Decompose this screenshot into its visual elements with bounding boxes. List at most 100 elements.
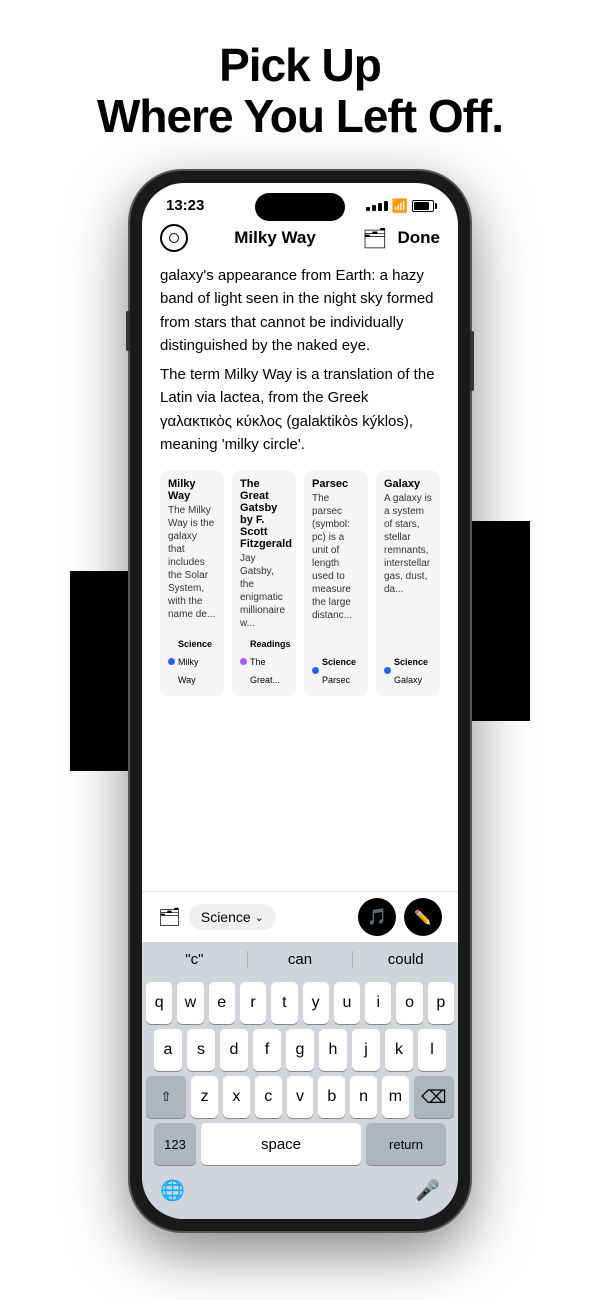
status-time: 13:23 — [166, 197, 204, 214]
mic-icon[interactable]: 🎤 — [411, 1174, 444, 1207]
space-key[interactable]: space — [201, 1123, 361, 1165]
key-h[interactable]: h — [319, 1029, 347, 1071]
card-body-2: The parsec (symbol: pc) is a unit of len… — [312, 492, 360, 622]
edit-button[interactable]: ✏️ — [404, 898, 442, 936]
card-title-0: Milky Way — [168, 478, 216, 502]
dynamic-island — [255, 193, 345, 221]
card-0[interactable]: Milky Way The Milky Way is the galaxy th… — [160, 470, 224, 696]
key-o[interactable]: o — [396, 982, 422, 1024]
key-s[interactable]: s — [187, 1029, 215, 1071]
key-i[interactable]: i — [365, 982, 391, 1024]
key-k[interactable]: k — [385, 1029, 413, 1071]
card-body-1: Jay Gatsby, the enigmatic millionaire w.… — [240, 552, 288, 630]
key-g[interactable]: g — [286, 1029, 314, 1071]
keyboard-row2: asdfghjkl — [146, 1029, 454, 1071]
num-key[interactable]: 123 — [154, 1123, 196, 1165]
card-tag-1: Readings The Great... — [240, 634, 288, 688]
card-title-3: Galaxy — [384, 478, 432, 490]
tag-label-1: Readings — [250, 639, 291, 649]
key-y[interactable]: y — [303, 982, 329, 1024]
card-1[interactable]: The Great Gatsby by F. Scott Fitzgerald … — [232, 470, 296, 696]
key-w[interactable]: w — [177, 982, 203, 1024]
key-n[interactable]: n — [350, 1076, 377, 1118]
delete-key[interactable]: ⌫ — [414, 1076, 454, 1118]
toolbar-left: 🗂 Science ⌄ — [158, 904, 276, 930]
done-button[interactable]: Done — [398, 228, 441, 248]
tag-dot-3 — [384, 667, 391, 674]
edit-icon: ✏️ — [414, 909, 431, 926]
tag-name-3: Galaxy — [394, 675, 422, 685]
toolbar-collection[interactable]: Science ⌄ — [189, 904, 276, 930]
shift-key[interactable]: ⇧ — [146, 1076, 186, 1118]
card-2[interactable]: Parsec The parsec (symbol: pc) is a unit… — [304, 470, 368, 696]
autocorrect-word-1[interactable]: can — [248, 951, 354, 968]
key-c[interactable]: c — [255, 1076, 282, 1118]
key-j[interactable]: j — [352, 1029, 380, 1071]
card-tag-0: Science Milky Way — [168, 634, 216, 688]
keyboard[interactable]: qwertyuiop asdfghjkl ⇧zxcvbnm⌫ 123 space… — [142, 976, 458, 1219]
globe-icon[interactable]: 🌐 — [156, 1174, 189, 1207]
audio-button[interactable]: 🎵 — [358, 898, 396, 936]
collection-label: Science — [201, 909, 251, 925]
toolbar-right: 🎵 ✏️ — [358, 898, 442, 936]
keyboard-row4: 123 space return — [146, 1123, 454, 1165]
card-3[interactable]: Galaxy A galaxy is a system of stars, st… — [376, 470, 440, 696]
card-body-0: The Milky Way is the galaxy that include… — [168, 504, 216, 621]
key-d[interactable]: d — [220, 1029, 248, 1071]
return-key[interactable]: return — [366, 1123, 446, 1165]
battery-fill — [414, 202, 429, 210]
phone-screen: 13:23 📶 Milky Way 🗂 Done — [142, 183, 458, 1219]
tag-name-2: Parsec — [322, 675, 350, 685]
nav-right: 🗂 Done — [362, 226, 440, 251]
status-bar: 13:23 📶 — [142, 183, 458, 220]
key-x[interactable]: x — [223, 1076, 250, 1118]
key-f[interactable]: f — [253, 1029, 281, 1071]
toolbar-folder-icon[interactable]: 🗂 — [158, 907, 181, 928]
key-t[interactable]: t — [271, 982, 297, 1024]
card-body-3: A galaxy is a system of stars, stellar r… — [384, 492, 432, 596]
autocorrect-word-0[interactable]: "c" — [142, 951, 248, 968]
key-z[interactable]: z — [191, 1076, 218, 1118]
nav-title: Milky Way — [234, 228, 316, 248]
audio-icon: 🎵 — [367, 907, 387, 927]
keyboard-row3: ⇧zxcvbnm⌫ — [146, 1076, 454, 1118]
tag-label-2: Science — [322, 657, 356, 667]
headline-line2: Where You Left Off. — [97, 91, 503, 142]
autocorrect-bar: "c"cancould — [142, 942, 458, 976]
content-paragraph1: galaxy's appearance from Earth: a hazy b… — [160, 264, 440, 357]
tag-dot-2 — [312, 667, 319, 674]
key-b[interactable]: b — [318, 1076, 345, 1118]
key-v[interactable]: v — [287, 1076, 314, 1118]
tag-dot-0 — [168, 658, 175, 665]
signal-dots — [366, 201, 388, 211]
tag-label-0: Science — [178, 639, 212, 649]
card-tag-2: Science Parsec — [312, 652, 360, 688]
key-l[interactable]: l — [418, 1029, 446, 1071]
tag-name-0: Milky Way — [178, 657, 199, 685]
cards-row: Milky Way The Milky Way is the galaxy th… — [160, 470, 440, 696]
status-icons: 📶 — [366, 198, 434, 214]
key-a[interactable]: a — [154, 1029, 182, 1071]
folder-icon[interactable]: 🗂 — [362, 226, 387, 251]
headline-line1: Pick Up — [97, 40, 503, 91]
card-tag-3: Science Galaxy — [384, 652, 432, 688]
phone-wrapper: 13:23 📶 Milky Way 🗂 Done — [130, 171, 470, 1231]
key-u[interactable]: u — [334, 982, 360, 1024]
keyboard-row1: qwertyuiop — [146, 982, 454, 1024]
battery-icon — [412, 200, 434, 212]
key-q[interactable]: q — [146, 982, 172, 1024]
wifi-icon: 📶 — [392, 198, 408, 214]
bottom-toolbar: 🗂 Science ⌄ 🎵 ✏️ — [142, 891, 458, 942]
card-title-1: The Great Gatsby by F. Scott Fitzgerald — [240, 478, 288, 550]
tag-label-3: Science — [394, 657, 428, 667]
key-r[interactable]: r — [240, 982, 266, 1024]
key-p[interactable]: p — [428, 982, 454, 1024]
content-area: galaxy's appearance from Earth: a hazy b… — [142, 260, 458, 891]
tag-name-1: The Great... — [250, 657, 280, 685]
autocorrect-word-2[interactable]: could — [353, 951, 458, 968]
settings-icon[interactable] — [160, 224, 188, 252]
content-paragraph2: The term Milky Way is a translation of t… — [160, 363, 440, 456]
headline: Pick Up Where You Left Off. — [97, 40, 503, 141]
key-m[interactable]: m — [382, 1076, 409, 1118]
key-e[interactable]: e — [209, 982, 235, 1024]
